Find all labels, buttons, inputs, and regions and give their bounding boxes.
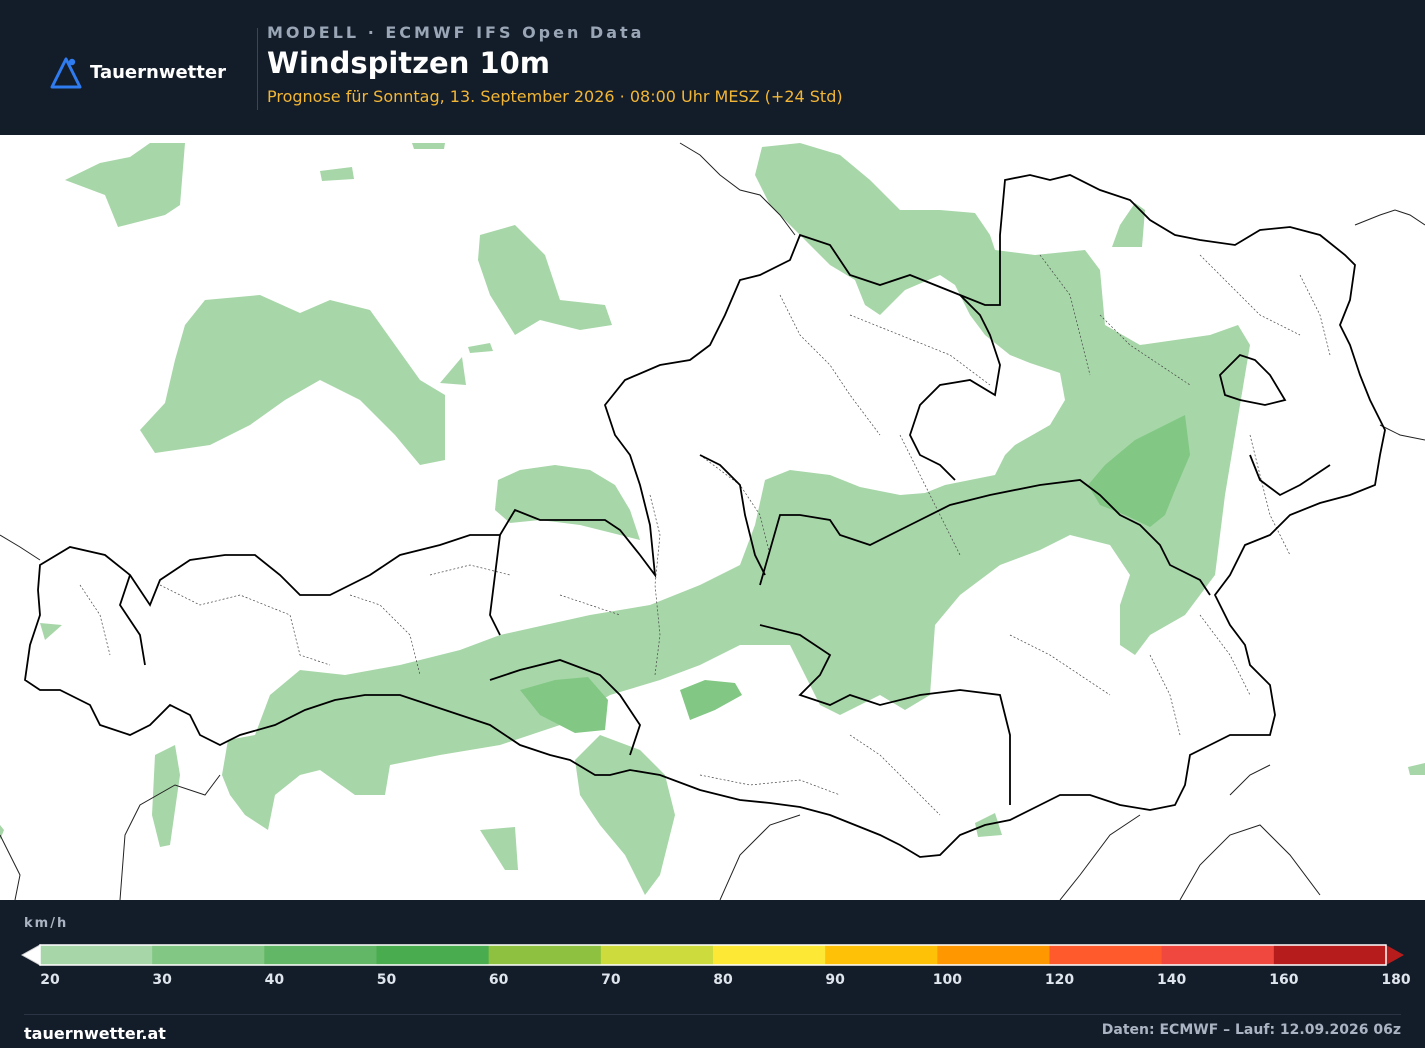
header: Tauernwetter MODELL · ECMWF IFS Open Dat… bbox=[0, 0, 1425, 135]
site-link[interactable]: tauernwetter.at bbox=[24, 1024, 166, 1043]
colorbar-segment bbox=[937, 945, 1050, 965]
colorbar-tick-label: 50 bbox=[376, 972, 397, 988]
title-block: MODELL · ECMWF IFS Open Data Windspitzen… bbox=[267, 22, 843, 108]
gust-area-northwest-2 bbox=[320, 167, 354, 181]
colorbar-segment bbox=[1049, 945, 1163, 965]
colorbar-tick-label: 80 bbox=[713, 972, 733, 988]
gust-area-northwest-3 bbox=[412, 143, 445, 149]
gust-area-northwest-1 bbox=[65, 143, 185, 227]
colorbar-segment bbox=[600, 945, 714, 965]
brand-name: Tauernwetter bbox=[90, 61, 226, 83]
gust-area-north-bavaria bbox=[478, 225, 612, 335]
colorbar-segment bbox=[713, 945, 826, 965]
colorbar-segment bbox=[488, 945, 602, 965]
footer-divider bbox=[24, 1014, 1401, 1015]
gust-area-east-corner bbox=[1408, 763, 1425, 775]
colorbar-tick-label: 20 bbox=[40, 972, 60, 988]
gust-area-carinthia-north bbox=[680, 680, 742, 720]
colorbar bbox=[20, 944, 1404, 966]
colorbar-segment bbox=[1273, 945, 1387, 965]
gust-area-carinthia-south bbox=[575, 735, 675, 895]
map-area[interactable] bbox=[0, 135, 1425, 900]
colorbar-tick-label: 100 bbox=[932, 972, 962, 988]
page-title: Windspitzen 10m bbox=[267, 46, 551, 80]
gust-area-slovenia bbox=[480, 827, 518, 870]
mountain-pin-icon bbox=[50, 57, 82, 89]
legend-unit: km/h bbox=[24, 916, 69, 931]
colorbar-tick-label: 60 bbox=[488, 972, 509, 988]
colorbar-tick-label: 160 bbox=[1269, 972, 1299, 988]
gust-area-west-bavaria bbox=[140, 295, 445, 465]
colorbar-underflow bbox=[20, 944, 41, 966]
border-tirol-salzburg bbox=[489, 534, 501, 636]
colorbar-segment bbox=[40, 945, 153, 965]
colorbar-segment bbox=[376, 945, 490, 965]
colorbar-overflow bbox=[1386, 945, 1404, 965]
colorbar-tick-label: 40 bbox=[264, 972, 285, 988]
colorbar-tick-label: 30 bbox=[152, 972, 172, 988]
gust-area-small-1 bbox=[440, 357, 466, 385]
data-source-note: Daten: ECMWF – Lauf: 12.09.2026 06z bbox=[1101, 1022, 1401, 1038]
gust-area-west-corner bbox=[0, 825, 4, 840]
header-divider bbox=[257, 28, 258, 110]
colorbar-tick-label: 90 bbox=[825, 972, 845, 988]
colorbar-ticks: 20 30 40 50 60 70 80 90 100 120 140 160 180 bbox=[0, 972, 1425, 992]
footer: km/h 20 30 40 50 60 70 80 90 100 120 140 160 180 tau… bbox=[0, 900, 1425, 1048]
model-line: MODELL · ECMWF IFS Open Data bbox=[267, 23, 645, 42]
logo[interactable]: Tauernwetter bbox=[48, 54, 226, 90]
gust-area-west-edge bbox=[40, 623, 62, 640]
colorbar-segment bbox=[1161, 945, 1275, 965]
colorbar-tick-label: 120 bbox=[1044, 972, 1075, 988]
border-salzburg-upper-austria bbox=[699, 454, 766, 576]
forecast-subtitle: Prognose für Sonntag, 13. September 2026… bbox=[267, 87, 843, 106]
colorbar-tick-label: 70 bbox=[601, 972, 621, 988]
colorbar-segment bbox=[264, 945, 377, 965]
gust-fill-20-30 bbox=[0, 143, 1425, 895]
border-burgenland bbox=[1249, 454, 1331, 497]
colorbar-tick-label: 180 bbox=[1381, 972, 1411, 988]
colorbar-segment bbox=[152, 945, 265, 965]
gust-area-small-2 bbox=[468, 343, 493, 353]
wind-gust-map[interactable] bbox=[0, 135, 1425, 900]
border-vorarlberg bbox=[119, 574, 146, 666]
colorbar-segment bbox=[825, 945, 938, 965]
colorbar-tick-label: 140 bbox=[1157, 972, 1187, 988]
